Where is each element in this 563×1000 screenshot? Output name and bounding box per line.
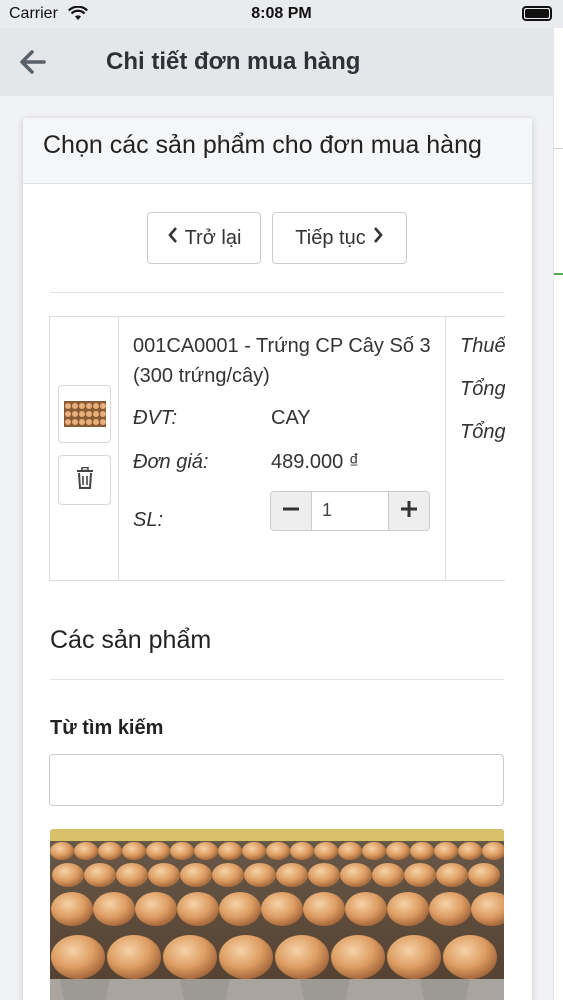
decrease-quantity-button[interactable] bbox=[271, 492, 311, 530]
trash-icon bbox=[76, 466, 94, 494]
back-button-label: Trở lại bbox=[184, 226, 242, 249]
divider bbox=[50, 679, 504, 680]
accent-marker bbox=[554, 273, 563, 275]
product-selection-card: Chọn các sản phẩm cho đơn mua hàng Trở l… bbox=[23, 118, 532, 1000]
minus-icon bbox=[283, 501, 299, 522]
unit-value: CAY bbox=[271, 407, 311, 429]
tax-label: Thuế bbox=[460, 335, 505, 357]
chevron-left-icon bbox=[167, 226, 179, 250]
battery-icon bbox=[522, 6, 552, 21]
divider bbox=[50, 292, 504, 293]
grand-total-label: Tổng bbox=[460, 421, 505, 443]
page-title: Chi tiết đơn mua hàng bbox=[106, 48, 361, 75]
product-details-column: 001CA0001 - Trứng CP Cây Số 3 (300 trứng… bbox=[119, 317, 446, 580]
product-actions-column bbox=[50, 317, 119, 580]
product-thumbnail[interactable] bbox=[58, 385, 111, 443]
price-label: Đơn giá: bbox=[133, 451, 209, 473]
quantity-label: SL: bbox=[133, 509, 164, 531]
egg-tray-image bbox=[63, 401, 106, 427]
divider bbox=[554, 148, 563, 149]
nav-bar: Chi tiết đơn mua hàng bbox=[0, 28, 553, 96]
product-name: 001CA0001 - Trứng CP Cây Số 3 (300 trứng… bbox=[133, 335, 431, 387]
quantity-input[interactable]: 1 bbox=[311, 492, 389, 530]
clock: 8:08 PM bbox=[251, 5, 312, 22]
next-button[interactable]: Tiếp tục bbox=[272, 212, 407, 264]
unit-label: ĐVT: bbox=[133, 407, 178, 429]
total-label: Tổng bbox=[460, 378, 505, 400]
quantity-stepper: 1 bbox=[270, 491, 430, 531]
selected-product-row: 001CA0001 - Trứng CP Cây Số 3 (300 trứng… bbox=[49, 316, 505, 581]
price-value: 489.000 ₫ bbox=[271, 451, 360, 473]
back-arrow-icon[interactable] bbox=[18, 48, 48, 76]
plus-icon bbox=[401, 500, 417, 522]
status-bar: Carrier 8:08 PM bbox=[0, 0, 563, 28]
search-label: Từ tìm kiếm bbox=[50, 717, 164, 739]
chevron-right-icon bbox=[372, 226, 384, 250]
delete-product-button[interactable] bbox=[58, 455, 111, 505]
products-section-title: Các sản phẩm bbox=[50, 626, 212, 654]
product-totals-column: Thuế Tổng Tổng bbox=[446, 317, 505, 580]
next-button-label: Tiếp tục bbox=[295, 226, 366, 249]
eggs-photo bbox=[50, 829, 504, 1000]
right-edge-panel bbox=[553, 28, 563, 1000]
increase-quantity-button[interactable] bbox=[389, 492, 429, 530]
search-input[interactable] bbox=[49, 754, 504, 806]
product-image[interactable] bbox=[50, 829, 504, 1000]
card-title: Chọn các sản phẩm cho đơn mua hàng bbox=[43, 131, 482, 159]
back-button[interactable]: Trở lại bbox=[147, 212, 261, 264]
card-header: Chọn các sản phẩm cho đơn mua hàng bbox=[23, 118, 532, 184]
